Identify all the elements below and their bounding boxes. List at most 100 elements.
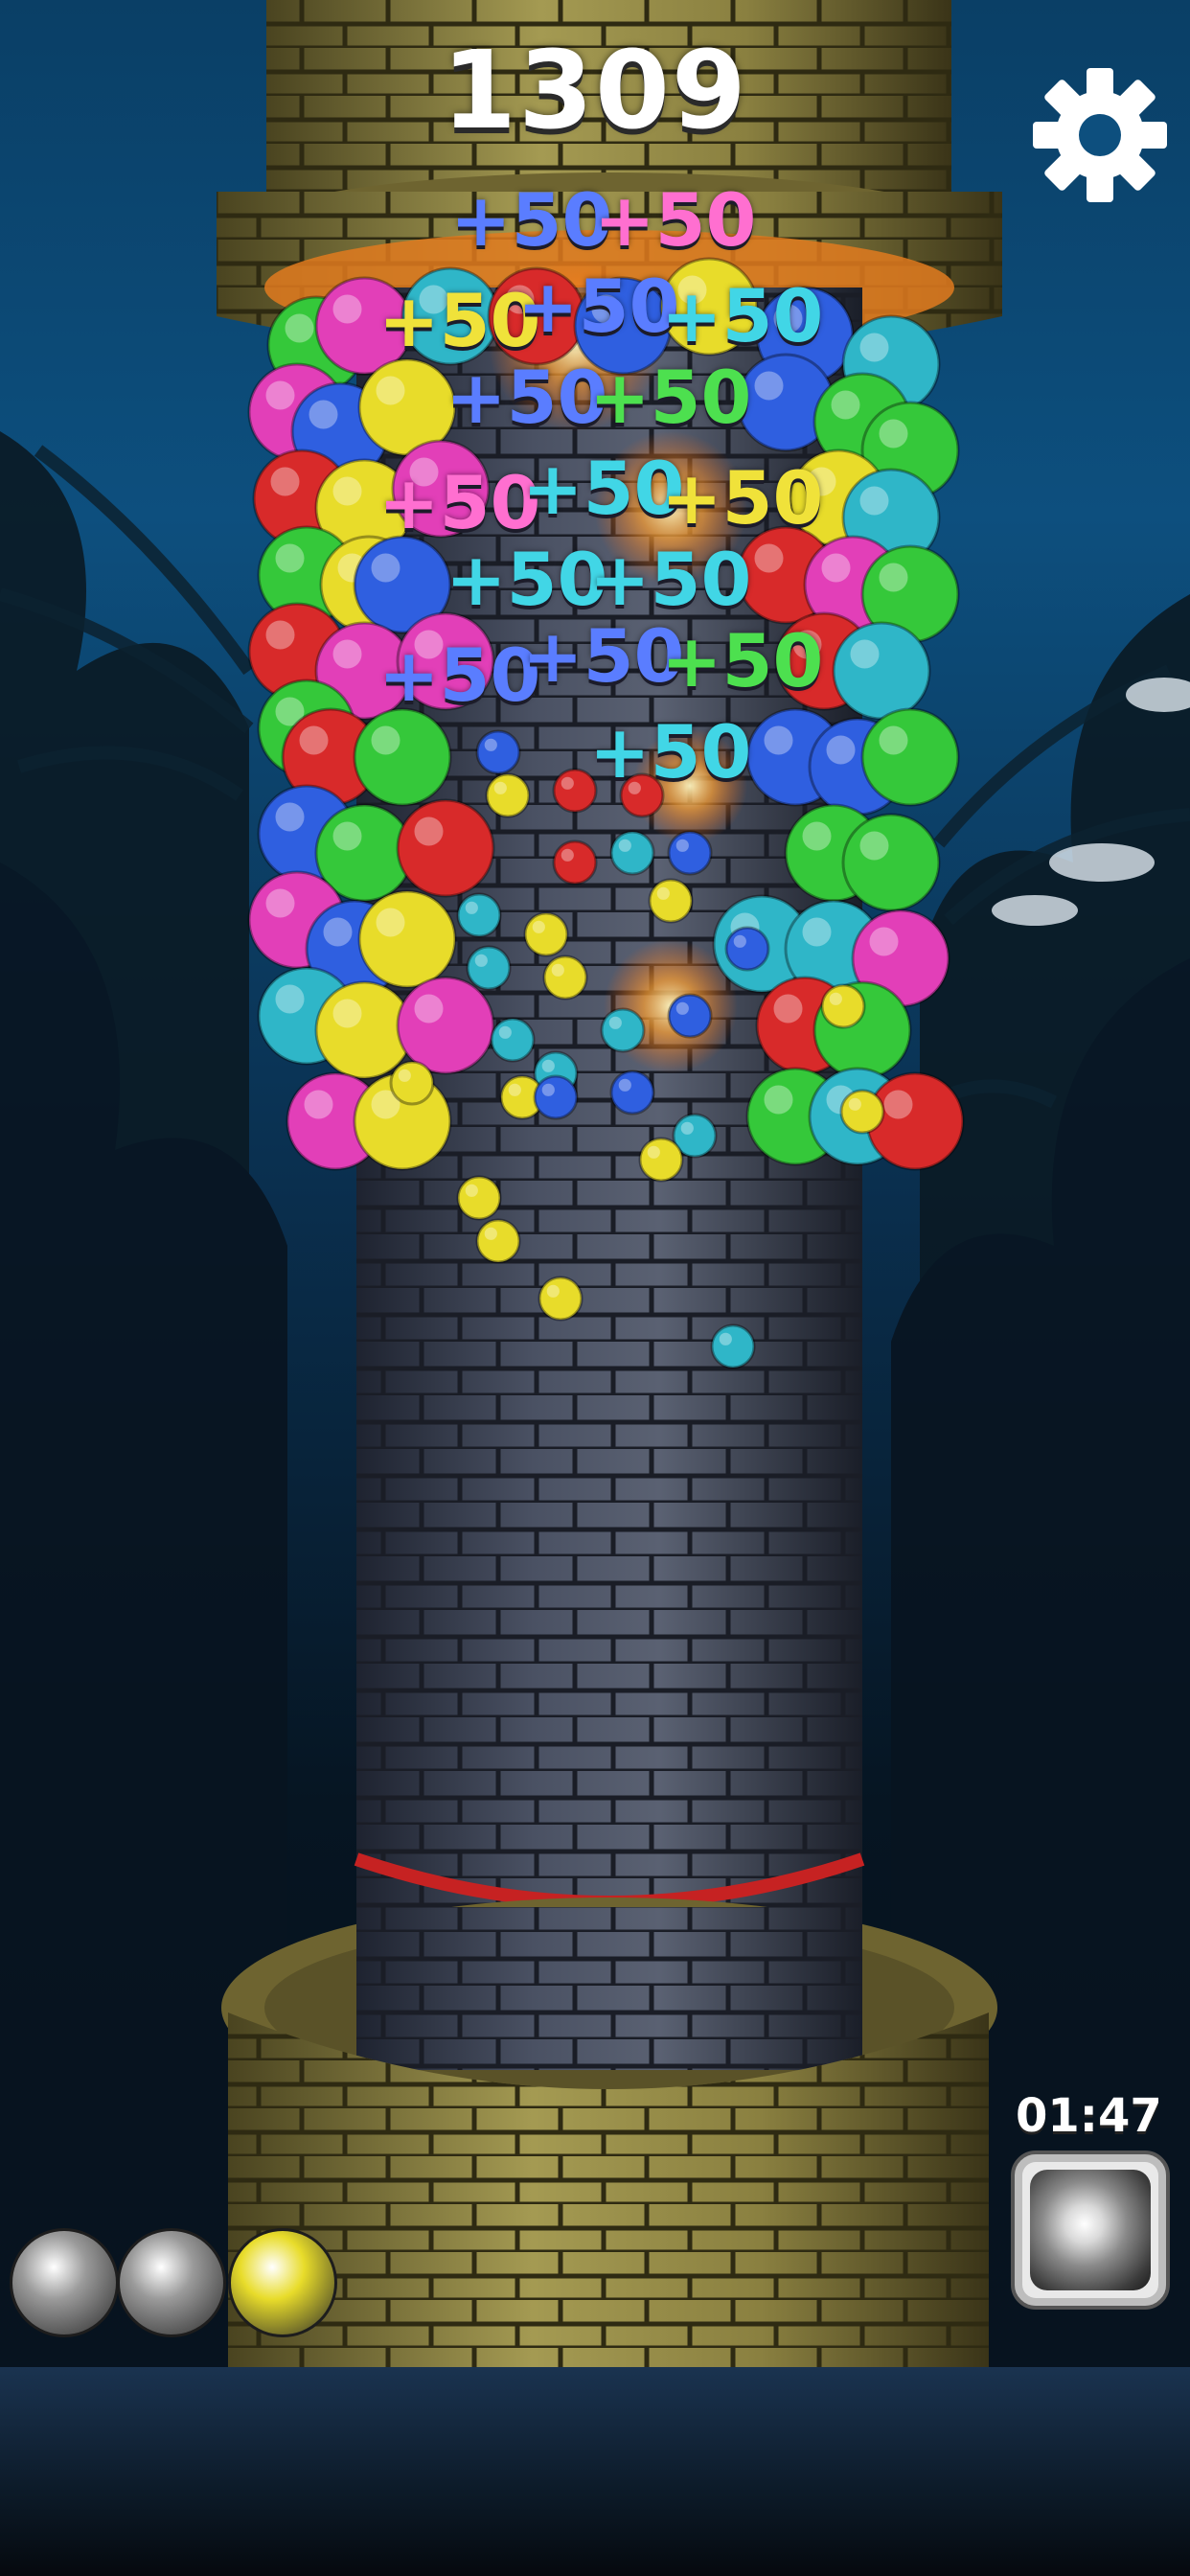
falling-ball <box>600 1007 646 1053</box>
ball-highlight <box>879 563 908 592</box>
ball-highlight <box>332 639 362 669</box>
falling-ball <box>648 878 694 924</box>
settings-button[interactable] <box>1030 65 1170 205</box>
fireball-powerup-button[interactable] <box>1011 2150 1170 2310</box>
ball-highlight <box>680 1121 694 1135</box>
falling-ball <box>667 993 713 1039</box>
ball-highlight <box>879 419 908 448</box>
gear-icon <box>1033 68 1167 202</box>
ball-highlight <box>656 886 670 900</box>
ball-highlight <box>275 984 305 1014</box>
ball-highlight <box>754 371 784 401</box>
bottom-background-strip <box>0 2367 1190 2576</box>
falling-ball <box>475 729 521 775</box>
ball-highlight <box>309 400 338 429</box>
ball-highlight <box>850 639 880 669</box>
falling-ball <box>710 1323 756 1369</box>
ball-highlight <box>618 839 631 852</box>
ball-highlight <box>498 1025 512 1039</box>
ball-highlight <box>764 1085 793 1115</box>
floating-score: +50 <box>594 177 757 263</box>
floating-score: +50 <box>450 177 613 263</box>
tower-ball <box>396 798 495 898</box>
falling-ball <box>475 1218 521 1264</box>
ball-highlight <box>332 476 362 506</box>
falling-ball <box>485 772 531 818</box>
falling-ball <box>839 1089 885 1135</box>
ball-highlight <box>265 620 295 650</box>
ball-highlight <box>493 781 507 794</box>
tower-ball <box>396 976 495 1075</box>
falling-ball <box>542 954 588 1000</box>
ball-highlight <box>508 1083 521 1096</box>
falling-ball <box>466 945 512 991</box>
falling-ball <box>552 840 598 886</box>
ball-highlight <box>332 294 362 324</box>
ball-highlight <box>285 313 314 343</box>
falling-ball <box>609 1070 655 1116</box>
ball-highlight <box>546 1284 560 1298</box>
floating-score: +50 <box>661 273 824 358</box>
floating-score: +50 <box>378 632 541 718</box>
ball-highlight <box>270 467 300 496</box>
falling-ball <box>724 926 770 972</box>
ball-highlight <box>465 901 478 914</box>
ball-highlight <box>754 543 784 573</box>
floating-score: +50 <box>661 455 824 540</box>
score-display: 1309 <box>442 29 748 153</box>
ball-highlight <box>879 725 908 755</box>
ball-highlight <box>802 917 832 947</box>
falling-ball <box>533 1074 579 1120</box>
floating-score: +50 <box>517 264 680 349</box>
ball-highlight <box>551 963 564 977</box>
ball-highlight <box>323 917 353 947</box>
ball-highlight <box>859 486 889 516</box>
ball-highlight <box>275 802 305 832</box>
ball-highlight <box>541 1083 555 1096</box>
ball-highlight <box>764 725 793 755</box>
ball-highlight <box>675 839 689 852</box>
ball-highlight <box>332 821 362 851</box>
ball-highlight <box>883 1090 913 1119</box>
ball-highlight <box>376 376 405 405</box>
ball-highlight <box>474 954 488 967</box>
ball-highlight <box>719 1332 732 1346</box>
ball-highlight <box>869 927 899 956</box>
timer-display: 01:47 <box>1016 2089 1162 2143</box>
falling-ball <box>456 892 502 938</box>
tower-ball <box>841 813 941 912</box>
ball-highlight <box>821 553 851 583</box>
tower-ball <box>357 889 457 989</box>
ball-highlight <box>275 543 305 573</box>
falling-ball <box>609 830 655 876</box>
ball-highlight <box>371 725 400 755</box>
floating-score: +50 <box>446 537 608 622</box>
tower-ball <box>353 707 452 807</box>
floating-score: +50 <box>589 355 752 440</box>
tower-ball <box>860 707 960 807</box>
falling-ball <box>820 983 866 1029</box>
floating-score: +50 <box>661 618 824 703</box>
floating-score: +50 <box>446 355 608 440</box>
ball-highlight <box>859 831 889 861</box>
falling-ball <box>523 911 569 957</box>
ball-highlight <box>304 1090 333 1119</box>
ball-highlight <box>398 1069 411 1082</box>
queue-ball-gray <box>10 2228 119 2337</box>
ball-highlight <box>299 725 329 755</box>
queue-ball-yellow <box>228 2228 337 2337</box>
ball-highlight <box>561 848 574 862</box>
ball-highlight <box>831 390 860 420</box>
ball-highlight <box>414 994 444 1024</box>
falling-ball <box>667 830 713 876</box>
ball-highlight <box>265 888 295 918</box>
fireball-icon <box>1030 2170 1151 2290</box>
ball-highlight <box>733 934 746 948</box>
ball-highlight <box>647 1145 660 1159</box>
falling-ball <box>490 1017 536 1063</box>
ball-highlight <box>332 999 362 1028</box>
ball-highlight <box>773 994 803 1024</box>
ball-highlight <box>371 553 400 583</box>
ball-highlight <box>484 738 497 751</box>
queue-ball-gray <box>117 2228 226 2337</box>
